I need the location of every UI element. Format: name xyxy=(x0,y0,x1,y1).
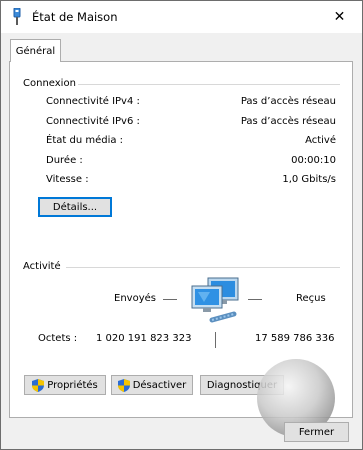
media-state-value: Activé xyxy=(305,135,336,146)
duration-value: 00:00:10 xyxy=(291,155,336,166)
close-button[interactable]: Fermer xyxy=(284,422,349,442)
uac-shield-icon xyxy=(117,378,130,392)
details-button[interactable]: Détails... xyxy=(38,197,112,217)
received-label: Reçus xyxy=(296,293,326,304)
media-state-row: État du média : Activé xyxy=(46,135,336,149)
media-state-label: État du média : xyxy=(46,135,124,146)
duration-row: Durée : 00:00:10 xyxy=(46,155,336,169)
ipv6-row: Connectivité IPv6 : Pas d’accès réseau xyxy=(46,116,336,130)
speed-row: Vitesse : 1,0 Gbits/s xyxy=(46,174,336,188)
sent-label: Envoyés xyxy=(114,293,156,304)
speed-value: 1,0 Gbits/s xyxy=(282,174,336,185)
network-computers-icon xyxy=(191,277,239,323)
close-window-button[interactable]: ✕ xyxy=(317,1,362,33)
bytes-sent-value: 1 020 191 823 323 xyxy=(96,333,192,344)
disable-button-label: Désactiver xyxy=(132,379,187,391)
disable-button[interactable]: Désactiver xyxy=(111,375,193,395)
title-bar: État de Maison ✕ xyxy=(1,1,362,33)
uac-shield-icon xyxy=(32,378,45,392)
ipv4-row: Connectivité IPv4 : Pas d’accès réseau xyxy=(46,96,336,110)
duration-label: Durée : xyxy=(46,155,83,166)
bytes-received-value: 17 589 786 336 xyxy=(255,333,335,344)
close-button-label: Fermer xyxy=(298,426,335,438)
network-adapter-icon xyxy=(13,8,21,25)
speed-label: Vitesse : xyxy=(46,174,89,185)
ipv6-value: Pas d’accès réseau xyxy=(240,116,336,127)
ipv6-label: Connectivité IPv6 : xyxy=(46,116,140,127)
close-icon: ✕ xyxy=(333,9,346,25)
window-title: État de Maison xyxy=(32,10,118,24)
activity-divider xyxy=(66,267,340,268)
bytes-separator xyxy=(215,332,216,348)
properties-button[interactable]: Propriétés xyxy=(24,375,106,395)
bytes-label: Octets : xyxy=(38,333,78,344)
connection-heading: Connexion xyxy=(23,78,76,89)
tab-general[interactable]: Général xyxy=(10,39,61,62)
network-status-window: État de Maison ✕ Général Connexion Conne… xyxy=(0,0,363,450)
properties-button-label: Propriétés xyxy=(47,379,98,391)
ipv4-label: Connectivité IPv4 : xyxy=(46,96,140,107)
sent-dash xyxy=(163,299,177,300)
details-button-label: Détails... xyxy=(52,201,98,213)
ipv4-value: Pas d’accès réseau xyxy=(240,96,336,107)
activity-heading: Activité xyxy=(23,261,61,272)
connection-divider xyxy=(78,84,340,85)
tab-general-label: Général xyxy=(15,45,56,57)
received-dash xyxy=(248,299,262,300)
